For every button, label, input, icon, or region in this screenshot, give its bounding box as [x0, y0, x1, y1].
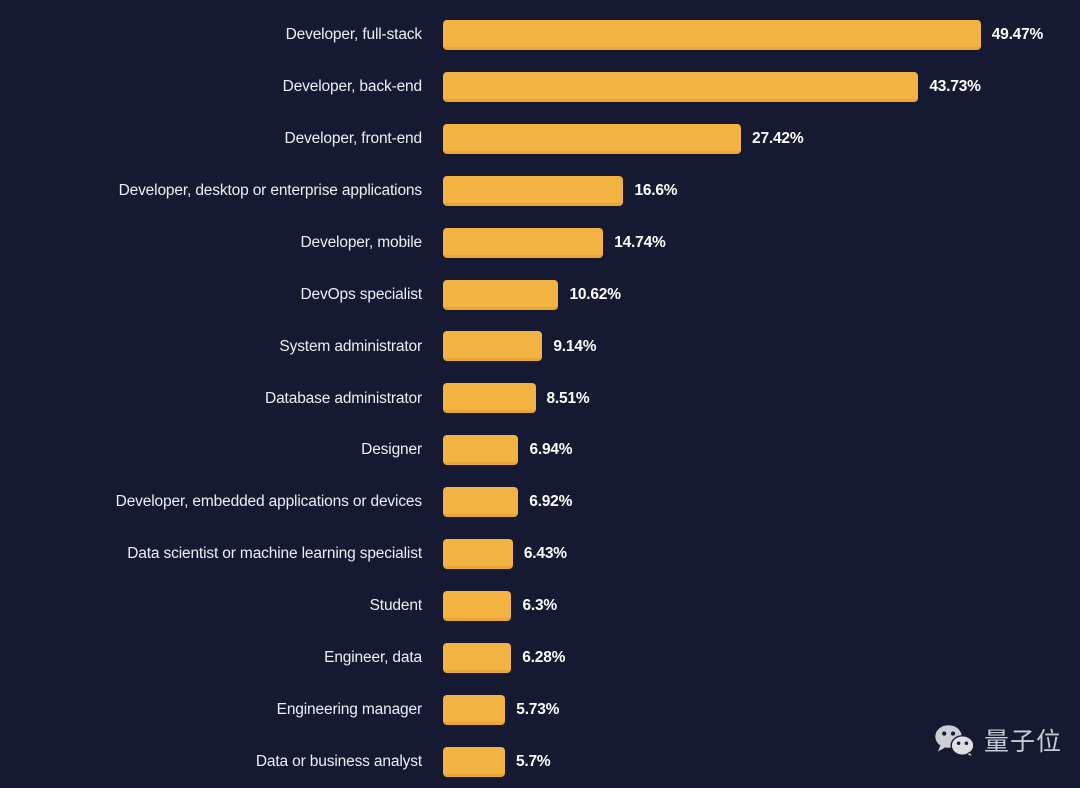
- bar[interactable]: [443, 694, 506, 725]
- bar-chart-row: Developer, embedded applications or devi…: [0, 476, 1080, 528]
- bar-chart-row: Developer, mobile 14.74%: [0, 217, 1080, 269]
- category-label: Data scientist or machine learning speci…: [127, 545, 422, 563]
- category-label: Developer, back-end: [282, 78, 422, 96]
- bar-track: 10.62%: [443, 279, 1080, 310]
- bar-track: 8.51%: [443, 383, 1080, 414]
- bar-gap: [422, 657, 443, 658]
- bar-gap: [422, 761, 443, 762]
- bar[interactable]: [443, 642, 512, 673]
- bar-track: 9.14%: [443, 331, 1080, 362]
- bar[interactable]: [443, 590, 512, 621]
- category-label: Designer: [361, 441, 422, 459]
- bar[interactable]: [443, 487, 519, 518]
- bar-gap: [422, 35, 443, 36]
- bar-chart-row: Engineer, data 6.28%: [0, 632, 1080, 684]
- category-label: Developer, desktop or enterprise applica…: [118, 181, 423, 199]
- bar-track: 6.94%: [443, 435, 1080, 466]
- bar-track: 16.6%: [443, 175, 1080, 206]
- bar-gap: [422, 605, 443, 606]
- bar-track: 49.47%: [443, 20, 1080, 50]
- bar-chart-row: Student 6.3%: [0, 580, 1080, 632]
- bar[interactable]: [443, 279, 559, 310]
- bar-value-label: 8.51%: [546, 389, 590, 407]
- watermark: 量子位: [934, 724, 1062, 759]
- bar-value-label: 27.42%: [752, 130, 804, 148]
- category-label: System administrator: [279, 337, 422, 355]
- bar-chart-row: Data scientist or machine learning speci…: [0, 528, 1080, 580]
- bar-track: 43.73%: [443, 71, 1080, 102]
- bar-gap: [422, 138, 443, 139]
- category-label: Developer, embedded applications or devi…: [115, 493, 422, 511]
- bar[interactable]: [443, 331, 543, 362]
- bar[interactable]: [443, 123, 742, 154]
- bar-value-label: 6.28%: [522, 649, 566, 667]
- bar-gap: [422, 709, 443, 710]
- bar[interactable]: [443, 539, 513, 569]
- bar-value-label: 16.6%: [634, 181, 678, 199]
- bar-chart-row: Database administrator 8.51%: [0, 372, 1080, 424]
- category-label: Developer, front-end: [284, 130, 423, 148]
- category-label: Engineering manager: [276, 700, 423, 718]
- bar-gap: [422, 398, 443, 399]
- category-label: Data or business analyst: [255, 752, 422, 770]
- bar-value-label: 14.74%: [614, 233, 666, 251]
- bar-track: 6.92%: [443, 487, 1080, 518]
- bar-gap: [422, 86, 443, 87]
- bar-value-label: 6.3%: [522, 597, 557, 615]
- bar-value-label: 9.14%: [553, 337, 597, 355]
- bar-track: 6.3%: [443, 590, 1080, 621]
- bar[interactable]: [443, 175, 624, 206]
- bar-value-label: 5.73%: [516, 700, 560, 718]
- category-label: Engineer, data: [324, 649, 422, 667]
- bar-chart-row: Developer, front-end 27.42%: [0, 113, 1080, 165]
- bar-value-label: 6.43%: [523, 545, 567, 563]
- bar-value-label: 5.7%: [515, 752, 551, 770]
- bar-value-label: 43.73%: [929, 78, 981, 96]
- bar-track: 27.42%: [443, 123, 1080, 154]
- bar-track: 6.43%: [443, 539, 1080, 569]
- bar[interactable]: [443, 20, 981, 50]
- bar-gap: [422, 346, 443, 347]
- category-label: Developer, full-stack: [285, 26, 423, 44]
- bar-gap: [422, 502, 443, 503]
- bar-chart-row: System administrator 9.14%: [0, 320, 1080, 372]
- bar-chart-row: DevOps specialist 10.62%: [0, 269, 1080, 321]
- category-label: Database administrator: [265, 389, 422, 407]
- bar-value-label: 6.94%: [529, 441, 573, 459]
- bar-chart-row: Designer 6.94%: [0, 424, 1080, 476]
- bar[interactable]: [443, 227, 604, 258]
- bar-track: 5.73%: [443, 694, 1080, 725]
- bar[interactable]: [443, 383, 536, 414]
- bar-gap: [422, 450, 443, 451]
- wechat-icon: [934, 724, 976, 759]
- category-label: Developer, mobile: [300, 233, 422, 251]
- bar-value-label: 49.47%: [991, 26, 1044, 44]
- bar-gap: [422, 190, 443, 191]
- bar-track: 6.28%: [443, 642, 1080, 673]
- bar-chart-row: Developer, back-end 43.73%: [0, 61, 1080, 113]
- bar-chart-row: Developer, full-stack 49.47%: [0, 9, 1080, 61]
- bar-chart-row: Data or business analyst 5.7%: [0, 736, 1080, 788]
- category-label: Student: [369, 597, 423, 615]
- bar-gap: [422, 294, 443, 295]
- bar-chart-row: Engineering manager 5.73%: [0, 684, 1080, 736]
- watermark-label: 量子位: [983, 726, 1062, 756]
- bar-gap: [422, 242, 443, 243]
- bar-chart-row: Developer, desktop or enterprise applica…: [0, 165, 1080, 217]
- category-label: DevOps specialist: [300, 285, 423, 303]
- bar[interactable]: [443, 746, 505, 777]
- bar[interactable]: [443, 435, 519, 466]
- bar-chart: Developer, full-stack 49.47% Developer, ba…: [0, 0, 1080, 784]
- bar[interactable]: [443, 71, 919, 102]
- bar-gap: [422, 554, 443, 555]
- bar-value-label: 6.92%: [529, 493, 573, 511]
- bar-value-label: 10.62%: [569, 285, 621, 303]
- bar-track: 14.74%: [443, 227, 1080, 258]
